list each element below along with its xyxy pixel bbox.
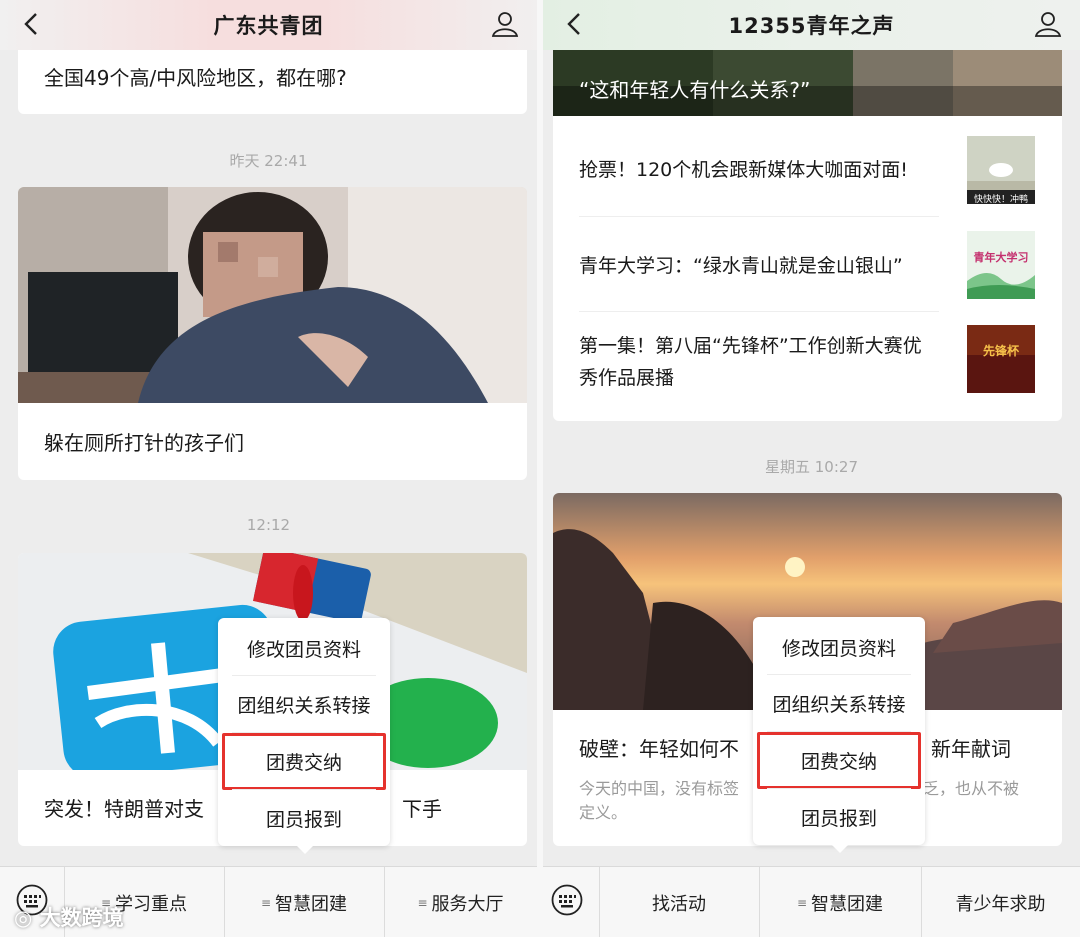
user-icon[interactable] (1032, 8, 1064, 40)
article-title: 躲在厕所打针的孩子们 (44, 431, 244, 455)
left-chat-panel: 广东共青团 全国49个高/中风险地区，都在哪? 昨天 22:41 躲在厕所打针的… (0, 0, 537, 937)
article-cover-image (18, 187, 527, 403)
tab-label: 智慧团建 (811, 893, 884, 915)
user-icon[interactable] (489, 8, 521, 40)
menu-lines-icon: ≡ (796, 895, 808, 910)
right-chat-panel: 12355青年之声 “这和年轻人有什么关系?” 抢票！120个机会跟新媒体大咖面… (543, 0, 1080, 937)
thumbnail-label: 青年大学习 (973, 251, 1029, 264)
submenu-popup: 修改团员资料 团组织关系转接 团费交纳 团员报到 (753, 617, 925, 853)
menu-item-check-in[interactable]: 团员报到 (218, 790, 390, 847)
menu-item-pay-dues[interactable]: 团费交纳 (222, 733, 386, 790)
thumbnail-label: 快快快！冲鸭 (973, 195, 1028, 205)
chat-title: 广东共青团 (213, 14, 324, 38)
tab-smart-league[interactable]: ≡ 智慧团建 (759, 867, 921, 937)
article-title-end: 下手 (402, 797, 442, 821)
menu-item-check-in[interactable]: 团员报到 (753, 789, 925, 846)
article-thumbnail[interactable] (967, 231, 1035, 299)
tab-label: 找活动 (652, 893, 706, 915)
menu-item-pay-dues[interactable]: 团费交纳 (757, 732, 921, 789)
article-title: 全国49个高/中风险地区，都在哪? (44, 66, 347, 90)
row-divider (579, 216, 939, 217)
article-thumbnail[interactable] (967, 325, 1035, 393)
timestamp: 星期五 10:27 (765, 458, 858, 476)
article-title-start: 破壁：年轻如何不 (579, 737, 739, 761)
hero-caption: “这和年轻人有什么关系?” (579, 78, 811, 102)
bottom-menu-bar: 找活动 ≡ 智慧团建 青少年求助 (543, 866, 1080, 937)
watermark-text: 大数跨境 (39, 906, 124, 930)
submenu-popup: 修改团员资料 团组织关系转接 团费交纳 团员报到 (218, 618, 390, 854)
watermark: ◎ 大数跨境 (14, 906, 124, 930)
article-title-end: 新年献词 (931, 737, 1011, 761)
popup-pointer (296, 845, 314, 854)
article-title[interactable]: 抢票！120个机会跟新媒体大咖面对面! (579, 154, 939, 186)
tab-find-activity[interactable]: 找活动 (599, 867, 759, 937)
left-top-bar: 广东共青团 (0, 0, 537, 50)
article-group-card: “这和年轻人有什么关系?” 抢票！120个机会跟新媒体大咖面对面! 快快快！冲鸭… (553, 50, 1062, 421)
tab-youth-help[interactable]: 青少年求助 (921, 867, 1080, 937)
article-card[interactable]: 躲在厕所打针的孩子们 (18, 187, 527, 480)
tab-label: 学习重点 (115, 893, 188, 915)
article-summary-line2: 定义。 (579, 803, 628, 822)
menu-lines-icon: ≡ (260, 895, 272, 910)
back-arrow-icon[interactable] (561, 10, 589, 38)
menu-item-edit-profile[interactable]: 修改团员资料 (753, 619, 925, 676)
menu-item-transfer[interactable]: 团组织关系转接 (753, 675, 925, 732)
thumbnail-label: 先锋杯 (982, 344, 1019, 358)
timestamp: 12:12 (246, 516, 291, 534)
menu-item-edit-profile[interactable]: 修改团员资料 (218, 620, 390, 677)
article-title[interactable]: 青年大学习：“绿水青山就是金山银山” (579, 250, 939, 282)
popup-pointer (831, 844, 849, 853)
article-title[interactable]: 第一集！第八届“先锋杯”工作创新大赛优秀作品展播 (579, 330, 939, 394)
right-top-bar: 12355青年之声 (543, 0, 1080, 50)
article-title-start: 突发！特朗普对支 (44, 797, 204, 821)
back-arrow-icon[interactable] (18, 10, 46, 38)
tab-smart-league[interactable]: ≡ 智慧团建 (224, 867, 384, 937)
timestamp: 昨天 22:41 (229, 152, 308, 170)
tab-label: 智慧团建 (275, 893, 348, 915)
menu-lines-icon: ≡ (417, 895, 428, 910)
menu-item-transfer[interactable]: 团组织关系转接 (218, 676, 390, 733)
tab-service-hall[interactable]: ≡ 服务大厅 (384, 867, 537, 937)
article-card[interactable]: 全国49个高/中风险地区，都在哪? (18, 50, 527, 114)
article-summary-end: 乏，也从不被 (923, 779, 1020, 798)
row-divider (579, 311, 939, 312)
tab-label: 服务大厅 (431, 893, 504, 915)
tab-label: 青少年求助 (955, 893, 1046, 915)
chat-title: 12355青年之声 (728, 14, 895, 38)
keyboard-icon[interactable] (551, 884, 583, 916)
article-summary-start: 今天的中国，没有标签 (579, 779, 740, 798)
